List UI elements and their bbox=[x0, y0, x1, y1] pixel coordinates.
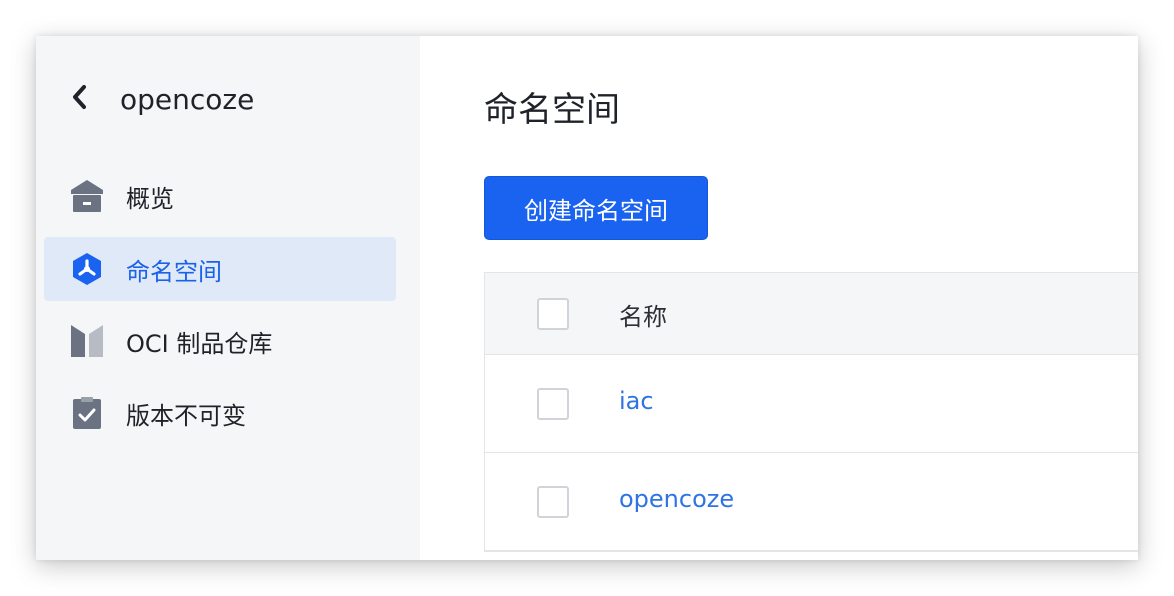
project-title: opencoze bbox=[120, 82, 255, 116]
sidebar-item-label: OCI 制品仓库 bbox=[126, 329, 273, 358]
sidebar: opencoze 概览 命名空间 OCI 制品仓库 版本不可变 bbox=[36, 36, 420, 560]
oci-repository-icon bbox=[70, 324, 104, 358]
sidebar-header: opencoze bbox=[70, 76, 254, 122]
sidebar-item-overview[interactable]: 概览 bbox=[44, 164, 396, 228]
create-namespace-button[interactable]: 创建命名空间 bbox=[484, 176, 708, 240]
table-row: iac bbox=[485, 355, 1138, 453]
chevron-left-icon bbox=[70, 83, 90, 115]
sidebar-item-label: 版本不可变 bbox=[126, 401, 246, 430]
namespace-link[interactable]: opencoze bbox=[619, 485, 734, 513]
page-title: 命名空间 bbox=[484, 90, 620, 130]
namespace-link[interactable]: iac bbox=[619, 387, 654, 415]
namespace-icon bbox=[70, 252, 104, 286]
back-button[interactable] bbox=[70, 83, 102, 115]
namespace-table: 名称 iac opencoze bbox=[484, 272, 1138, 552]
row-checkbox[interactable] bbox=[537, 388, 569, 420]
sidebar-item-namespace[interactable]: 命名空间 bbox=[44, 237, 396, 301]
main-content: 命名空间 创建命名空间 名称 iac opencoze bbox=[420, 36, 1138, 560]
app-window: opencoze 概览 命名空间 OCI 制品仓库 版本不可变 命名空间 创建命… bbox=[36, 36, 1138, 560]
sidebar-item-immutable[interactable]: 版本不可变 bbox=[44, 381, 396, 445]
immutable-check-icon bbox=[70, 396, 104, 430]
sidebar-item-label: 概览 bbox=[126, 184, 174, 213]
select-all-checkbox[interactable] bbox=[537, 298, 569, 330]
home-icon bbox=[70, 179, 104, 213]
table-header: 名称 bbox=[485, 273, 1138, 355]
sidebar-item-label: 命名空间 bbox=[126, 257, 222, 286]
table-row: opencoze bbox=[485, 453, 1138, 551]
sidebar-item-oci-repository[interactable]: OCI 制品仓库 bbox=[44, 309, 396, 373]
row-checkbox[interactable] bbox=[537, 486, 569, 518]
column-header-name: 名称 bbox=[619, 303, 667, 331]
